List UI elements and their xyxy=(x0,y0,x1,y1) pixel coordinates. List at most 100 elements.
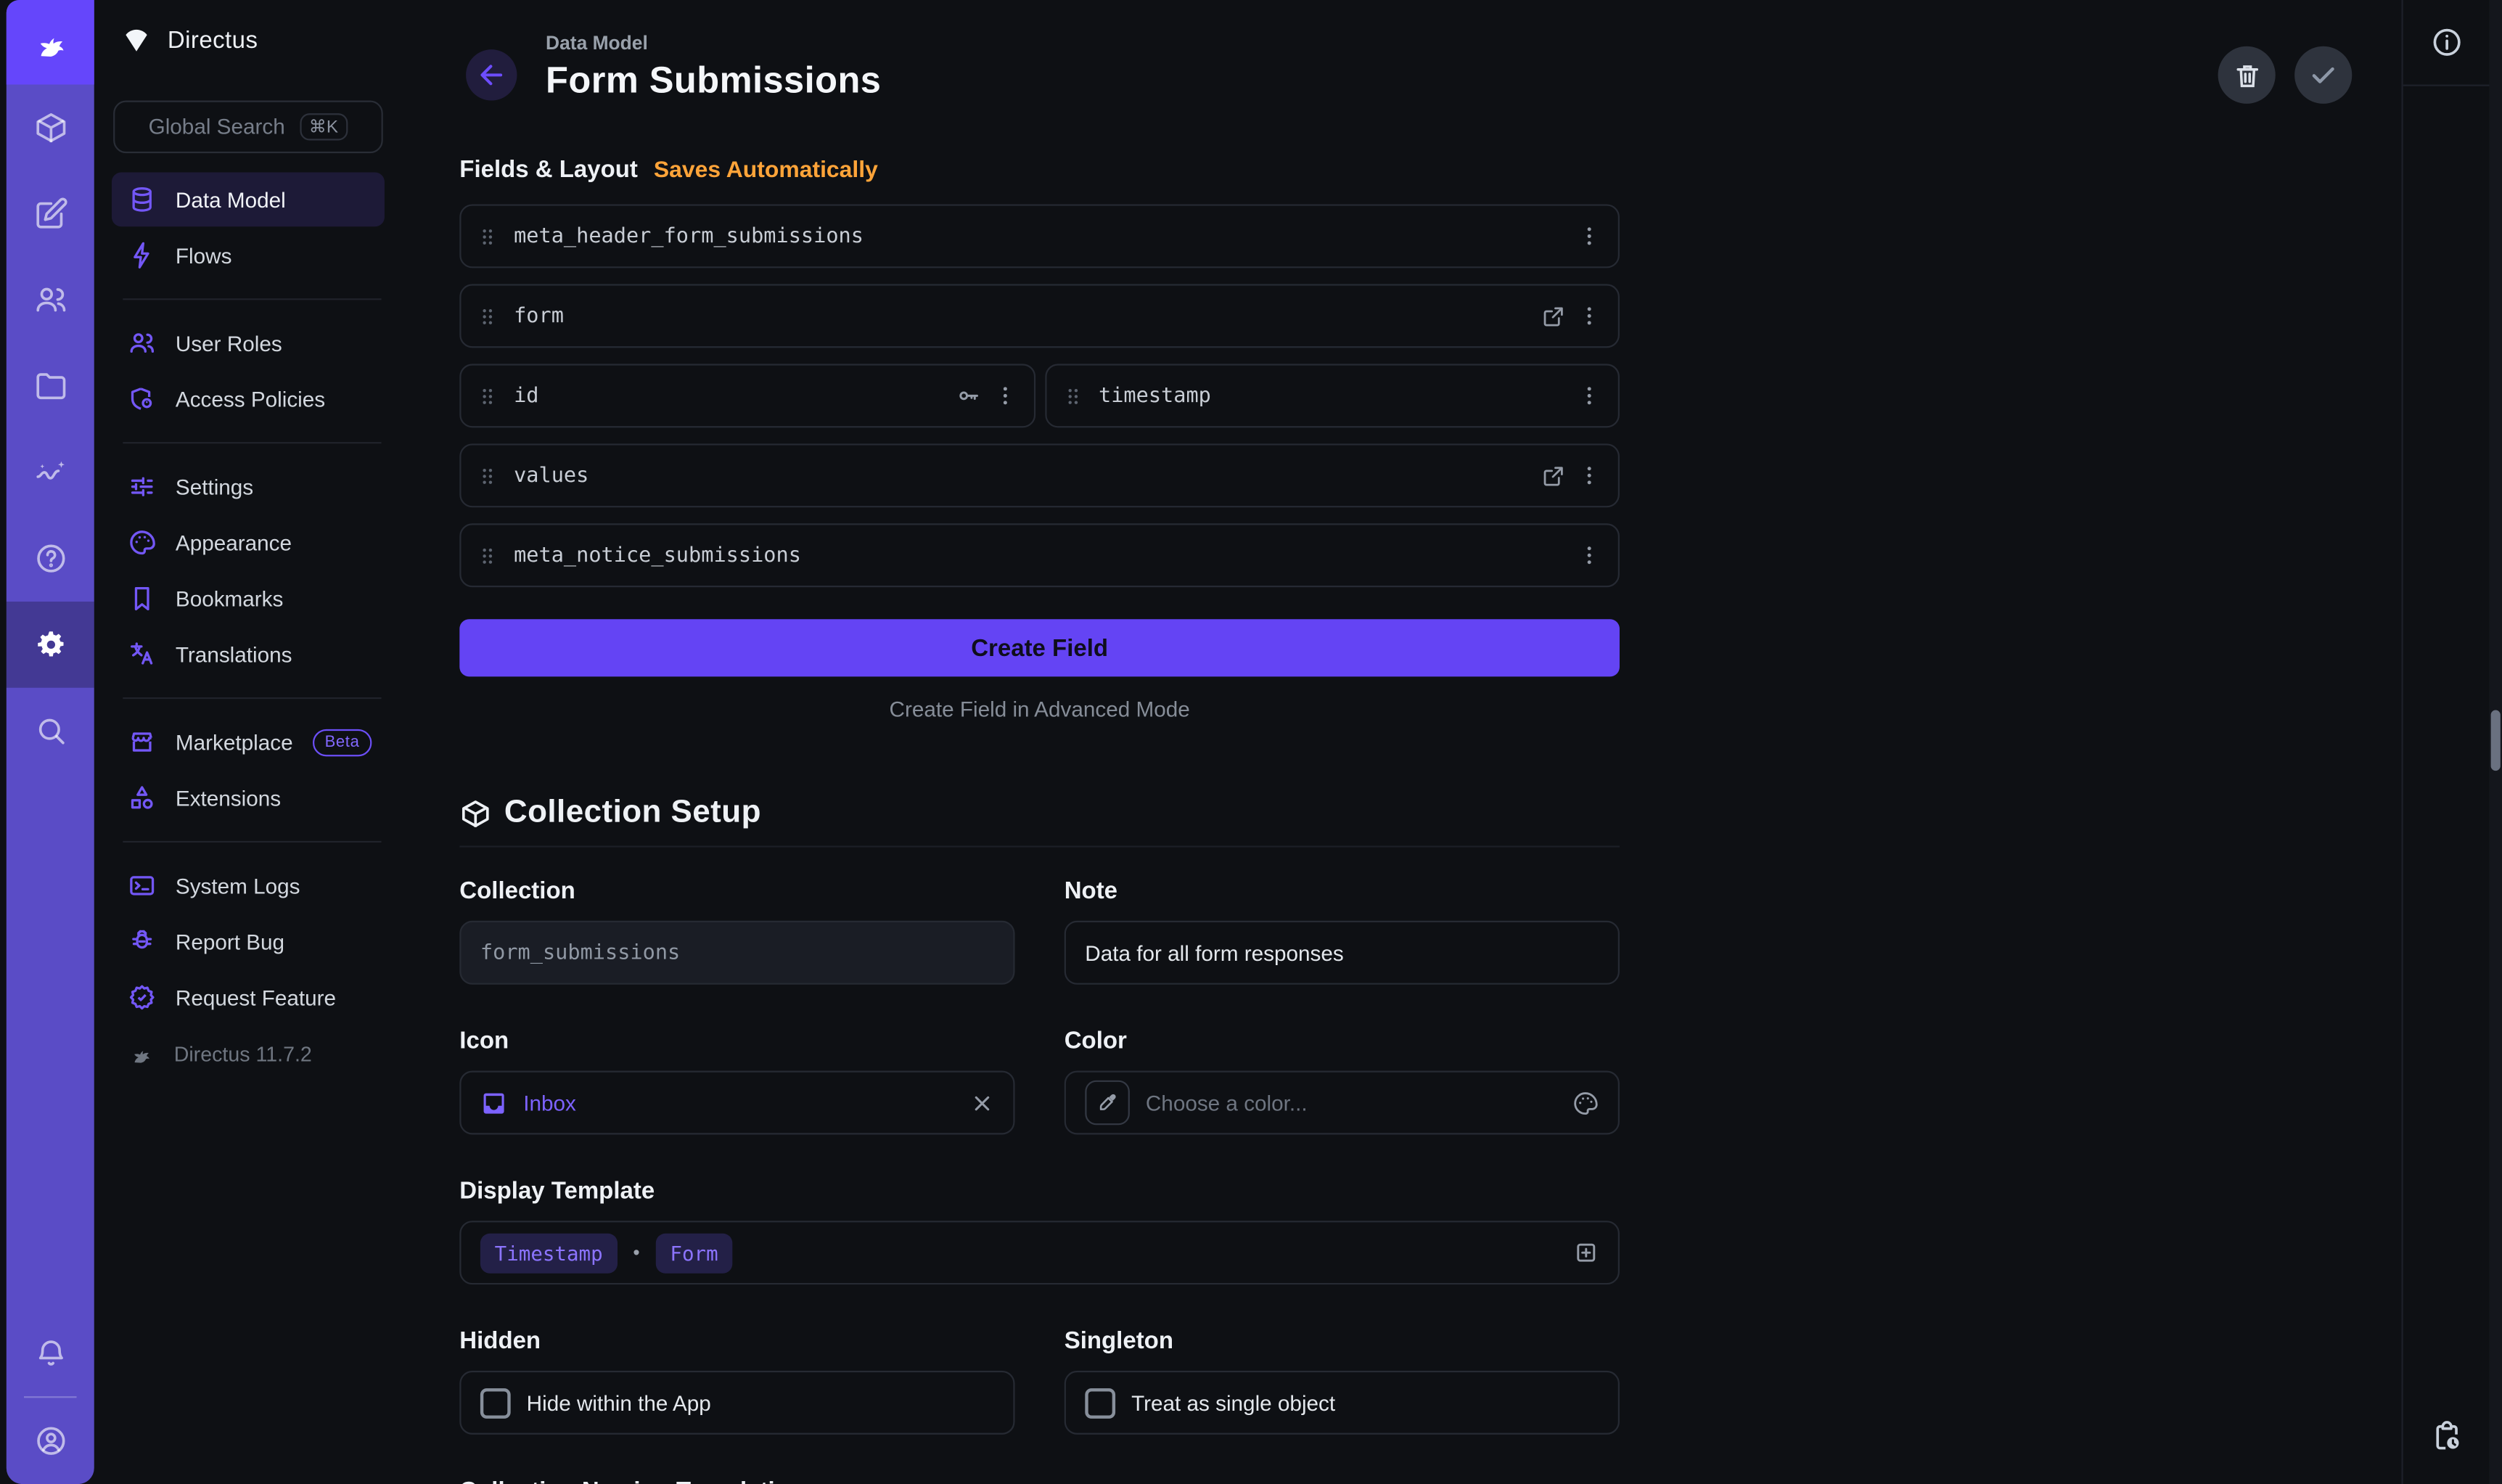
field-row[interactable]: timestamp xyxy=(1044,364,1620,427)
back-button[interactable] xyxy=(466,49,517,100)
add-field-to-template-icon[interactable] xyxy=(1573,1240,1599,1266)
open-relation-icon[interactable] xyxy=(1541,464,1565,488)
drag-handle-icon[interactable] xyxy=(1060,384,1084,408)
field-menu-icon[interactable] xyxy=(1577,224,1602,249)
display-template-input[interactable]: Timestamp • Form xyxy=(459,1221,1620,1284)
color-field-group: Color Choose a color... xyxy=(1065,1028,1620,1134)
arrow-left-icon xyxy=(475,59,507,91)
collection-field-group: Collection form_submissions xyxy=(459,877,1014,984)
hidden-checkbox[interactable] xyxy=(480,1387,511,1418)
scrollbar-thumb[interactable] xyxy=(2491,710,2501,771)
module-help[interactable] xyxy=(7,515,94,602)
module-users[interactable] xyxy=(7,257,94,343)
hidden-field-group: Hidden Hide within the App xyxy=(459,1328,1014,1435)
hidden-checkbox-label: Hide within the App xyxy=(527,1390,711,1414)
notifications-button[interactable] xyxy=(7,1310,94,1396)
global-search-input[interactable]: Global Search ⌘K xyxy=(113,101,383,154)
search-icon xyxy=(33,713,67,748)
field-row[interactable]: id xyxy=(459,364,1035,427)
sidebar-item-bookmarks[interactable]: Bookmarks xyxy=(112,571,385,626)
delete-collection-button[interactable] xyxy=(2218,46,2276,104)
note-input[interactable]: Data for all form responses xyxy=(1065,921,1620,985)
drag-handle-icon[interactable] xyxy=(475,224,499,248)
drag-handle-icon[interactable] xyxy=(475,304,499,328)
sidebar-item-label: Appearance xyxy=(176,530,292,554)
sidebar-item-extensions[interactable]: Extensions xyxy=(112,771,385,825)
account-button[interactable] xyxy=(7,1398,94,1484)
hidden-toggle[interactable]: Hide within the App xyxy=(459,1371,1014,1435)
collection-setup-form: Collection form_submissions Note Data fo… xyxy=(459,877,1620,1484)
sidebar-item-translations[interactable]: Translations xyxy=(112,627,385,681)
sidebar-item-request-feature[interactable]: Request Feature xyxy=(112,970,385,1025)
directus-app-window: Directus Global Search ⌘K Data Model Flo… xyxy=(0,0,2502,1484)
field-row[interactable]: meta_notice_submissions xyxy=(459,523,1620,587)
collection-setup-heading: Collection Setup xyxy=(504,795,761,832)
module-settings[interactable] xyxy=(7,602,94,688)
field-row[interactable]: values xyxy=(459,443,1620,507)
module-content[interactable] xyxy=(7,85,94,171)
nav-divider xyxy=(123,298,381,300)
color-input[interactable]: Choose a color... xyxy=(1065,1071,1620,1135)
open-relation-icon[interactable] xyxy=(1541,304,1565,328)
sidebar-item-label: Request Feature xyxy=(176,985,336,1009)
field-name: id xyxy=(514,384,538,408)
trash-icon xyxy=(2231,60,2262,90)
field-menu-icon[interactable] xyxy=(1577,543,1602,568)
page-header: Data Model Form Submissions xyxy=(398,0,2402,137)
account-circle-icon xyxy=(33,1423,67,1458)
sidebar-item-access-policies[interactable]: Access Policies xyxy=(112,372,385,426)
module-directus-logo[interactable] xyxy=(7,0,94,85)
sidebar-item-user-roles[interactable]: User Roles xyxy=(112,316,385,370)
field-menu-icon[interactable] xyxy=(1577,463,1602,488)
drag-handle-icon[interactable] xyxy=(475,544,499,567)
nav-divider xyxy=(123,841,381,843)
template-separator: • xyxy=(633,1242,639,1264)
save-button[interactable] xyxy=(2294,46,2352,104)
sidebar-item-report-bug[interactable]: Report Bug xyxy=(112,914,385,969)
module-search[interactable] xyxy=(7,688,94,774)
collection-input: form_submissions xyxy=(459,921,1014,985)
drag-handle-icon[interactable] xyxy=(475,464,499,488)
section-divider xyxy=(459,845,1620,847)
sidebar-item-system-logs[interactable]: System Logs xyxy=(112,858,385,913)
singleton-toggle[interactable]: Treat as single object xyxy=(1065,1371,1620,1435)
rabbit-version-icon xyxy=(128,1040,155,1067)
create-field-button[interactable]: Create Field xyxy=(459,619,1620,676)
sidebar-item-settings[interactable]: Settings xyxy=(112,459,385,514)
sidebar-item-data-model[interactable]: Data Model xyxy=(112,172,385,226)
drag-handle-icon[interactable] xyxy=(475,384,499,408)
icon-value: Inbox xyxy=(523,1091,576,1115)
help-icon xyxy=(33,541,67,575)
clear-icon-button[interactable] xyxy=(970,1091,994,1115)
template-chip-timestamp[interactable]: Timestamp xyxy=(480,1233,618,1273)
singleton-checkbox-label: Treat as single object xyxy=(1131,1390,1335,1414)
page-scrollbar[interactable] xyxy=(2489,0,2502,1484)
template-chip-form[interactable]: Form xyxy=(656,1233,733,1273)
create-field-advanced-link[interactable]: Create Field in Advanced Mode xyxy=(459,697,1620,721)
field-row[interactable]: meta_header_form_submissions xyxy=(459,204,1620,268)
sidebar-item-marketplace[interactable]: Marketplace Beta xyxy=(112,715,385,769)
field-row[interactable]: form xyxy=(459,284,1620,348)
field-menu-icon[interactable] xyxy=(1577,303,1602,329)
main-content: Data Model Form Submissions Fields & Lay… xyxy=(398,0,2402,1484)
color-label: Color xyxy=(1065,1028,1620,1054)
module-files[interactable] xyxy=(7,343,94,430)
field-menu-icon[interactable] xyxy=(1577,383,1602,409)
revisions-clipboard-clock-icon[interactable] xyxy=(2429,1420,2463,1454)
info-icon[interactable] xyxy=(2429,25,2463,59)
singleton-field-group: Singleton Treat as single object xyxy=(1065,1328,1620,1435)
module-insights[interactable] xyxy=(7,430,94,516)
sidebar-item-appearance[interactable]: Appearance xyxy=(112,515,385,570)
project-header[interactable]: Directus xyxy=(94,0,398,80)
title-block: Data Model Form Submissions xyxy=(546,32,881,102)
icon-input[interactable]: Inbox xyxy=(459,1071,1014,1135)
bug-icon xyxy=(128,927,157,956)
palette-icon[interactable] xyxy=(1572,1089,1599,1116)
sidebar-item-flows[interactable]: Flows xyxy=(112,228,385,282)
module-editor[interactable] xyxy=(7,171,94,257)
field-name: meta_header_form_submissions xyxy=(514,224,864,248)
sidebar-item-label: Data Model xyxy=(176,187,286,211)
singleton-checkbox[interactable] xyxy=(1085,1387,1115,1418)
field-menu-icon[interactable] xyxy=(992,383,1017,409)
eyedropper-icon[interactable] xyxy=(1085,1081,1130,1126)
